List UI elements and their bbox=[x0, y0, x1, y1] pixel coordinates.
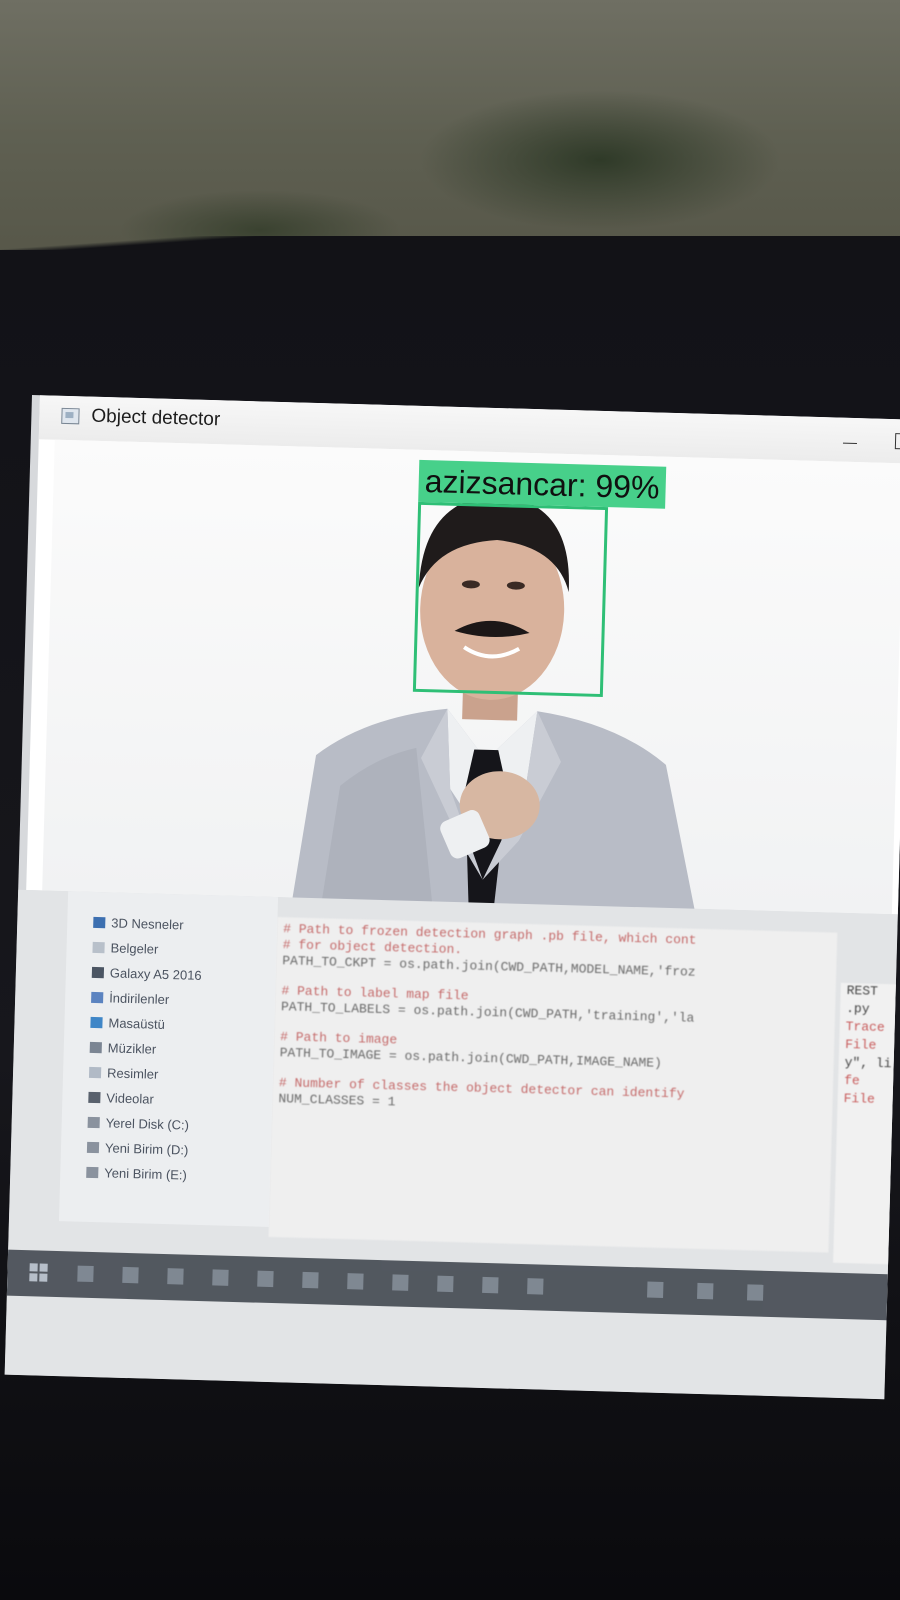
videos-icon bbox=[88, 1091, 101, 1104]
drive-icon bbox=[87, 1116, 100, 1129]
code-line: NUM_CLASSES = 1 bbox=[278, 1091, 396, 1110]
tray-icon[interactable] bbox=[647, 1281, 664, 1298]
taskbar-app-icon[interactable] bbox=[482, 1276, 499, 1294]
nav-item-drive-d[interactable]: Yeni Birim (D:) bbox=[86, 1139, 189, 1159]
console-line: REST bbox=[846, 982, 879, 999]
nav-item-3d-nesneler[interactable]: 3D Nesneler bbox=[93, 914, 184, 934]
taskbar-app-icon[interactable] bbox=[212, 1269, 229, 1286]
nav-item-videolar[interactable]: Videolar bbox=[88, 1089, 154, 1109]
tray-icon[interactable] bbox=[747, 1284, 764, 1301]
taskbar-app-icon[interactable] bbox=[392, 1274, 409, 1291]
console-line: File bbox=[843, 1090, 876, 1107]
documents-icon bbox=[92, 941, 105, 954]
pictures-icon bbox=[88, 1066, 102, 1079]
download-icon bbox=[91, 991, 104, 1004]
code-editor[interactable]: # Path to frozen detection graph .pb fil… bbox=[268, 917, 838, 1253]
nav-item-galaxy[interactable]: Galaxy A5 2016 bbox=[91, 964, 202, 984]
desktop-icon bbox=[90, 1016, 103, 1029]
object-detector-window: Object detector azizsancar: 99% bbox=[26, 395, 900, 987]
nav-item-resimler[interactable]: Resimler bbox=[88, 1064, 159, 1084]
start-button[interactable] bbox=[29, 1263, 48, 1282]
nav-item-muzikler[interactable]: Müzikler bbox=[89, 1039, 156, 1059]
desktop-background: 3D Nesneler Belgeler Galaxy A5 2016 İndi… bbox=[4, 889, 900, 1400]
nav-item-label: İndirilenler bbox=[108, 990, 170, 1008]
code-line: PATH_TO_CKPT = os.path.join(CWD_PATH,MOD… bbox=[282, 953, 696, 980]
phone-icon bbox=[91, 966, 105, 979]
taskbar-app-icon[interactable] bbox=[167, 1268, 184, 1285]
nav-item-drive-c[interactable]: Yerel Disk (C:) bbox=[87, 1114, 189, 1134]
detection-bounding-box bbox=[412, 501, 609, 698]
taskbar-app-icon[interactable] bbox=[437, 1275, 454, 1293]
file-explorer-nav: 3D Nesneler Belgeler Galaxy A5 2016 İndi… bbox=[58, 891, 279, 1227]
nav-item-label: Yeni Birim (D:) bbox=[104, 1140, 189, 1158]
window-title: Object detector bbox=[91, 405, 221, 431]
nav-item-drive-e[interactable]: Yeni Birim (E:) bbox=[86, 1164, 187, 1184]
taskbar-app-icon[interactable] bbox=[257, 1270, 274, 1288]
maximize-button[interactable] bbox=[894, 433, 900, 450]
cube-icon bbox=[93, 916, 106, 929]
drive-icon bbox=[86, 1141, 100, 1154]
code-line: PATH_TO_IMAGE = os.path.join(CWD_PATH,IM… bbox=[279, 1045, 663, 1071]
detection-image-canvas: azizsancar: 99% bbox=[42, 439, 900, 987]
nav-item-masaustu[interactable]: Masaüstü bbox=[90, 1014, 165, 1034]
nav-item-indirilenler[interactable]: İndirilenler bbox=[91, 989, 169, 1009]
task-view-icon[interactable] bbox=[122, 1266, 139, 1284]
console-line: File bbox=[844, 1036, 877, 1053]
windows-taskbar bbox=[6, 1249, 888, 1321]
app-icon bbox=[61, 407, 80, 425]
taskbar-app-icon[interactable] bbox=[347, 1273, 364, 1290]
nav-item-label: Masaüstü bbox=[108, 1015, 166, 1032]
console-line: y", li bbox=[844, 1054, 892, 1072]
console-line: Trace bbox=[845, 1018, 885, 1036]
nav-item-belgeler[interactable]: Belgeler bbox=[92, 939, 158, 959]
code-line: PATH_TO_LABELS = os.path.join(CWD_PATH,'… bbox=[280, 999, 695, 1026]
console-line: fe bbox=[843, 1072, 860, 1089]
search-icon[interactable] bbox=[77, 1265, 94, 1283]
nav-item-label: Müzikler bbox=[107, 1040, 157, 1057]
taskbar-app-icon[interactable] bbox=[302, 1271, 319, 1289]
nav-item-label: Videolar bbox=[106, 1090, 155, 1107]
monitor-screen: Object detector azizsancar: 99% 3D Nesne… bbox=[4, 395, 900, 1400]
music-icon bbox=[89, 1041, 102, 1054]
taskbar-app-icon[interactable] bbox=[527, 1278, 544, 1295]
tray-icon[interactable] bbox=[697, 1282, 714, 1300]
nav-item-label: Yeni Birim (E:) bbox=[104, 1165, 188, 1183]
nav-item-label: Yerel Disk (C:) bbox=[105, 1115, 190, 1133]
console-line: .py bbox=[845, 1000, 870, 1017]
nav-item-label: Galaxy A5 2016 bbox=[109, 965, 202, 983]
nav-item-label: Resimler bbox=[106, 1065, 159, 1082]
drive-icon bbox=[86, 1166, 99, 1179]
minimize-button[interactable] bbox=[843, 436, 859, 450]
nav-item-label: Belgeler bbox=[110, 940, 159, 957]
nav-item-label: 3D Nesneler bbox=[111, 915, 184, 933]
detection-label: azizsancar: 99% bbox=[418, 459, 667, 509]
